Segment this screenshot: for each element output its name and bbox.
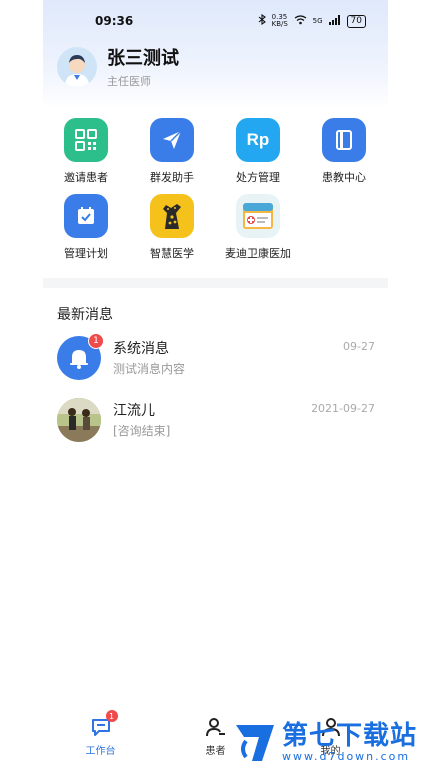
signal-icon	[328, 14, 341, 28]
grid-item-plan[interactable]: 管理计划	[43, 194, 129, 270]
book-icon	[322, 118, 366, 162]
status-bar: 09:36 0.35 KB/S 5G 70	[43, 10, 388, 32]
message-title: 江流儿	[113, 403, 155, 419]
watermark-name: 第七下载站	[282, 720, 418, 751]
message-preview: [咨询结束]	[113, 424, 171, 438]
message-title: 系统消息	[113, 341, 169, 357]
doctor-title: 主任医师	[107, 75, 151, 88]
chat-icon: 1	[90, 710, 118, 738]
grid-item-invite-patient[interactable]: 邀请患者	[43, 118, 129, 194]
doctor-name: 张三测试	[107, 48, 179, 69]
message-time: 2021-09-27	[311, 402, 375, 415]
grid-label: 智慧医学	[150, 247, 194, 260]
grid-item-smart-medicine[interactable]: 智慧医学	[129, 194, 215, 270]
unread-badge: 1	[88, 333, 104, 349]
bell-icon: 1	[57, 333, 104, 380]
signal-label: 5G	[312, 17, 323, 25]
message-time: 09-27	[343, 340, 375, 353]
doctor-avatar	[57, 46, 97, 87]
profile-header[interactable]: 张三测试 主任医师	[57, 44, 179, 89]
message-preview: 测试消息内容	[113, 362, 186, 376]
message-item-system[interactable]: 1 系统消息 测试消息内容 09-27	[57, 333, 375, 382]
grid-item-broadcast[interactable]: 群发助手	[129, 118, 215, 194]
status-icons: 0.35 KB/S 5G 70	[258, 14, 366, 28]
prescription-icon: Rp	[236, 118, 280, 162]
grid-label: 患教中心	[322, 171, 366, 184]
tab-badge: 1	[105, 710, 118, 722]
grid-label: 处方管理	[236, 171, 280, 184]
bluetooth-icon	[258, 13, 266, 28]
send-icon	[150, 118, 194, 162]
app-screen: 09:36 0.35 KB/S 5G 70 张三测试 主任医师 邀请患者 群发助…	[43, 0, 388, 768]
patient-photo-avatar	[57, 398, 101, 442]
tab-workbench[interactable]: 1 工作台	[43, 706, 158, 768]
patients-icon	[205, 716, 227, 738]
grid-label: 群发助手	[150, 171, 194, 184]
grid-item-prescription[interactable]: Rp 处方管理	[215, 118, 301, 194]
watermark-logo	[232, 719, 278, 765]
grid-label: 麦迪卫康医加	[225, 247, 291, 260]
section-divider	[43, 278, 388, 288]
grid-item-education[interactable]: 患教中心	[301, 118, 387, 194]
message-item-patient[interactable]: 江流儿 [咨询结束] 2021-09-27	[57, 396, 375, 444]
network-speed: 0.35 KB/S	[271, 13, 288, 28]
grid-label: 管理计划	[64, 247, 108, 260]
wifi-icon	[294, 14, 307, 28]
medical-kit-icon	[236, 194, 280, 238]
grid-label: 邀请患者	[64, 171, 108, 184]
site-watermark: 第七下载站 www.d7down.com	[232, 716, 432, 768]
qr-code-icon	[64, 118, 108, 162]
tab-label: 工作台	[85, 746, 116, 757]
status-time: 09:36	[95, 14, 134, 28]
tab-label: 患者	[205, 746, 226, 757]
watermark-url: www.d7down.com	[282, 749, 411, 763]
battery-indicator: 70	[346, 14, 366, 28]
function-grid: 邀请患者 群发助手 Rp 处方管理 患教中心 管理计划 智慧医学 麦迪卫康医加	[43, 118, 388, 270]
messages-section-title: 最新消息	[57, 307, 113, 323]
grid-item-medi-weikang[interactable]: 麦迪卫康医加	[215, 194, 301, 270]
giraffe-icon	[150, 194, 194, 238]
calendar-icon	[64, 194, 108, 238]
